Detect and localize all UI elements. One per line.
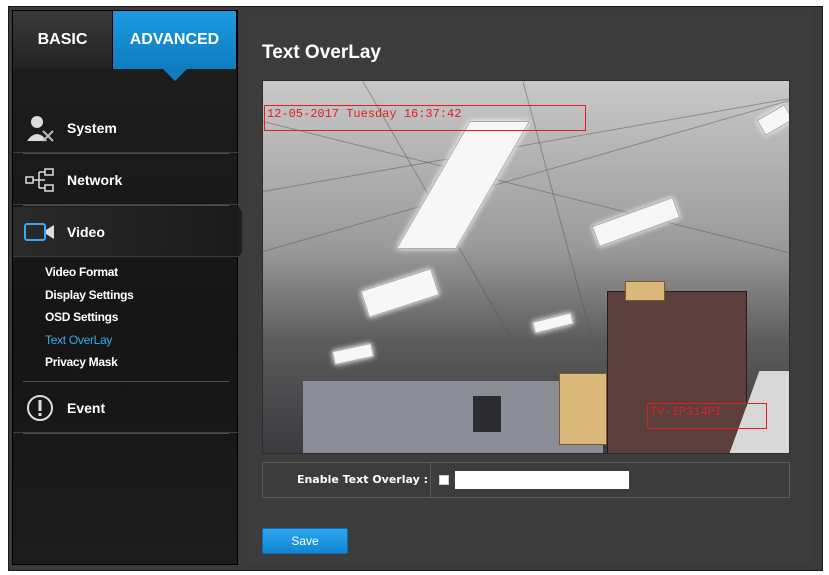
system-icon bbox=[13, 103, 67, 153]
submenu-text-overlay[interactable]: Text OverLay bbox=[45, 329, 134, 352]
main-panel: Text OverLay 12-05-2017 Tuesday 16:37:42… bbox=[242, 10, 812, 565]
nav-system[interactable]: System bbox=[13, 103, 239, 153]
osd-camera-name-text: TV-IP314PI bbox=[650, 405, 723, 419]
save-button[interactable]: Save bbox=[262, 528, 348, 554]
text-overlay-settings: Enable Text Overlay : bbox=[262, 462, 790, 498]
nav-video-label: Video bbox=[67, 223, 105, 240]
nav-network[interactable]: Network bbox=[13, 155, 239, 205]
divider bbox=[23, 433, 229, 434]
storage-shelf bbox=[607, 291, 747, 453]
ceiling-grid bbox=[263, 121, 789, 258]
nav-event-label: Event bbox=[67, 399, 106, 416]
ceiling-light bbox=[396, 121, 530, 249]
ceiling-light bbox=[360, 268, 440, 318]
enable-text-overlay-label: Enable Text Overlay : bbox=[263, 462, 431, 498]
submenu-video-format[interactable]: Video Format bbox=[45, 261, 134, 284]
osd-datetime[interactable]: 12-05-2017 Tuesday 16:37:42 bbox=[264, 105, 586, 131]
mode-tabs: BASIC ADVANCED bbox=[13, 11, 239, 81]
submenu-osd-settings[interactable]: OSD Settings bbox=[45, 306, 134, 329]
back-wall bbox=[303, 381, 603, 453]
network-icon bbox=[13, 155, 67, 205]
ceiling-light bbox=[532, 312, 574, 334]
nav-network-label: Network bbox=[67, 171, 123, 188]
nav-video[interactable]: Video bbox=[13, 207, 253, 257]
page-title: Text OverLay bbox=[262, 42, 381, 63]
cardboard-box bbox=[559, 373, 607, 445]
overlay-text-input[interactable] bbox=[455, 471, 629, 489]
ceiling-light bbox=[591, 196, 681, 248]
video-preview[interactable]: 12-05-2017 Tuesday 16:37:42 TV-IP314PI bbox=[262, 80, 790, 454]
sidebar: BASIC ADVANCED System Network Video Vide… bbox=[12, 10, 253, 565]
osd-datetime-text: 12-05-2017 Tuesday 16:37:42 bbox=[267, 107, 462, 121]
video-camera-icon bbox=[13, 207, 67, 257]
tab-basic[interactable]: BASIC bbox=[13, 11, 113, 69]
submenu-privacy-mask[interactable]: Privacy Mask bbox=[45, 351, 134, 374]
enable-text-overlay-checkbox[interactable] bbox=[439, 475, 449, 485]
osd-camera-name[interactable]: TV-IP314PI bbox=[647, 403, 767, 429]
video-submenu: Video Format Display Settings OSD Settin… bbox=[45, 261, 134, 374]
nav-system-label: System bbox=[67, 119, 117, 136]
nav-event[interactable]: Event bbox=[13, 383, 239, 433]
cardboard-box bbox=[625, 281, 665, 301]
ceiling-light bbox=[331, 342, 375, 366]
submenu-display-settings[interactable]: Display Settings bbox=[45, 284, 134, 307]
tab-advanced[interactable]: ADVANCED bbox=[113, 11, 237, 81]
wall-monitor bbox=[473, 396, 501, 432]
alert-icon bbox=[13, 383, 67, 433]
